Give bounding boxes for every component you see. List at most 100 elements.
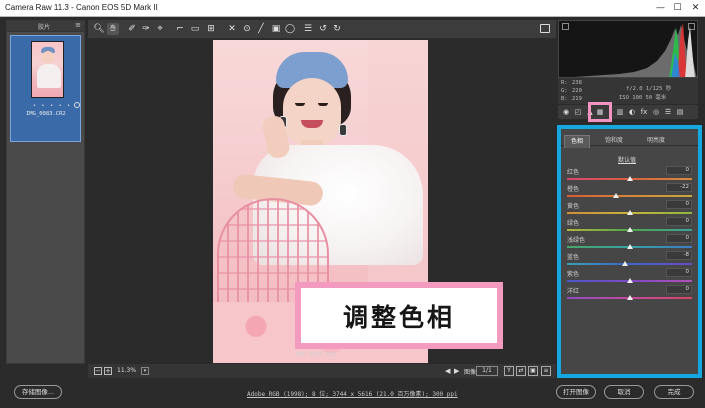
panel-tabs: ◉ ◰ ▲ ▦ ▥ ◐ fx ◎ ☰ ▤ [558,105,698,119]
save-image-button[interactable]: 存储图像... [14,385,62,399]
hsl-slider-thumb[interactable] [626,210,633,215]
snapshots-icon[interactable]: ▤ [675,107,685,117]
zoom-dropdown[interactable]: ▾ [141,367,149,375]
hsl-slider-track[interactable] [567,263,692,265]
hsl-slider-label: 紫色 [567,271,580,278]
redeye-icon[interactable]: ⊙ [241,23,253,35]
white-balance-icon[interactable]: ✐ [126,23,138,35]
hsl-slider-thumb[interactable] [626,295,633,300]
hsl-slider-value-field[interactable]: 0 [666,268,692,277]
done-button[interactable]: 完成 [654,385,694,399]
hsl-slider-label: 黄色 [567,203,580,210]
filmstrip-panel: 胶片 ≡ • • • • • IMG_0083.CR2 [6,20,85,364]
open-image-button[interactable]: 打开图像 [556,385,596,399]
maximize-button[interactable]: ☐ [671,2,684,14]
canvas-status-bar: − + 11.3% ▾ ◀ ▶ 图像 1/1 Y ⇄ ▣ ≡ [88,364,556,378]
hsl-slider-value-field[interactable]: -8 [666,251,692,260]
presets-icon[interactable]: ☰ [663,107,673,117]
tab-hue[interactable]: 色相 [564,135,591,148]
split-tone-icon[interactable]: ▥ [615,107,625,117]
filmstrip-menu-icon[interactable]: ≡ [75,21,81,29]
hsl-slider-thumb[interactable] [626,278,633,283]
histogram [558,20,698,78]
hsl-slider-value-field[interactable]: -22 [666,183,692,192]
calibration-icon[interactable]: ◎ [651,107,661,117]
hsl-slider-row: 洋红 0 [567,285,692,302]
before-after-toggle-icon[interactable]: ⇄ [516,366,526,376]
transform-icon[interactable]: ⊞ [205,23,217,35]
overlay-caption-text: 调整色相 [301,288,497,343]
hsl-slider-value-field[interactable]: 0 [666,217,692,226]
straighten-icon[interactable]: ▭ [189,23,201,35]
zoom-in-button[interactable]: + [104,367,112,375]
prev-image-button[interactable]: ◀ [445,367,450,375]
hsl-slider-track[interactable] [567,195,692,197]
tab-saturation[interactable]: 饱和度 [599,135,629,148]
hand-icon[interactable]: ✋︎ [107,23,119,35]
hsl-slider-row: 橙色 -22 [567,183,692,200]
tab-luminance[interactable]: 明亮度 [641,135,671,148]
rotate-left-icon[interactable]: ↺ [317,23,329,35]
hsl-slider-label: 蓝色 [567,254,580,261]
hsl-slider-label: 橙色 [567,186,580,193]
brush-icon[interactable]: ╱ [255,23,267,35]
radial-filter-icon[interactable]: ◯ [284,23,296,35]
rating-stars[interactable]: • • • • • [33,103,72,109]
default-link[interactable]: 默认值 [618,155,636,164]
hsl-slider-row: 浅绿色 0 [567,234,692,251]
image-canvas[interactable]: 调整色相 IMG_0083.CR2 [88,39,556,363]
hsl-tab-highlight [588,102,612,122]
rotate-right-icon[interactable]: ↻ [331,23,343,35]
hsl-slider-value-field[interactable]: 0 [666,234,692,243]
menu-icon[interactable]: ≡ [541,366,551,376]
zoom-out-button[interactable]: − [94,367,102,375]
lens-icon[interactable]: ◐ [627,107,637,117]
hsl-slider-row: 绿色 0 [567,217,692,234]
title-bar: Camera Raw 11.3 - Canon EOS 5D Mark II —… [0,0,705,17]
r-value: 238 [572,80,582,86]
page-label: 图像 [464,369,477,376]
hsl-slider-row: 红色 0 [567,166,692,183]
hsl-slider-value-field[interactable]: 0 [666,166,692,175]
basic-icon[interactable]: ◉ [561,107,571,117]
spot-removal-icon[interactable]: ✕ [226,23,238,35]
hsl-slider-thumb[interactable] [612,193,619,198]
close-button[interactable]: ✕ [689,2,702,14]
crop-icon[interactable]: ⌐ [174,23,186,35]
next-image-button[interactable]: ▶ [454,367,459,375]
hsl-slider-thumb[interactable] [626,176,633,181]
info-panel: R: 238 G: 220 B: 219 f/2.0 1/125 秒 ISO 1… [558,78,698,104]
hsl-slider-value-field[interactable]: 0 [666,200,692,209]
sync-badge-icon [74,102,80,108]
hsl-slider-value-field[interactable]: 0 [666,285,692,294]
targeted-adjust-icon[interactable]: ⌖ [154,23,166,35]
cancel-button[interactable]: 取消 [604,385,644,399]
hsl-slider-label: 洋红 [567,288,580,295]
b-value: 219 [572,96,582,102]
image-filename: IMG_0083.CR2 [296,352,336,358]
filmstrip-thumbnail[interactable]: • • • • • IMG_0083.CR2 [10,35,81,142]
before-after-y-button[interactable]: Y [504,366,514,376]
list-icon[interactable]: ☰ [302,23,314,35]
preview-settings-icon[interactable]: ▣ [528,366,538,376]
export-icon[interactable] [540,24,550,33]
minimize-button[interactable]: — [654,2,667,14]
r-label: R: [561,80,568,86]
color-sampler-icon[interactable]: ✑ [140,23,152,35]
toolbar: 🔍︎ ✋︎ ✐ ✑ ⌖ ⌐ ▭ ⊞ ✕ ⊙ ╱ ▣ ◯ ☰ ↺ ↻ [88,20,556,38]
hsl-slider-thumb[interactable] [626,227,633,232]
hsl-slider-label: 绿色 [567,220,580,227]
tone-curve-icon[interactable]: ◰ [573,107,583,117]
filmstrip-label: 胶片 [38,24,51,31]
hsl-slider-row: 蓝色 -8 [567,251,692,268]
zoom-icon[interactable]: 🔍︎ [93,23,105,35]
workflow-options-link[interactable]: Adobe RGB (1998); 8 位; 3744 x 5616 (21.0… [247,389,458,398]
hsl-slider-row: 黄色 0 [567,200,692,217]
hsl-slider-thumb[interactable] [621,261,628,266]
hsl-slider-row: 紫色 0 [567,268,692,285]
hsl-slider-label: 红色 [567,169,580,176]
b-label: B: [561,96,568,102]
graduated-filter-icon[interactable]: ▣ [270,23,282,35]
effects-icon[interactable]: fx [639,107,649,117]
hsl-slider-thumb[interactable] [626,244,633,249]
